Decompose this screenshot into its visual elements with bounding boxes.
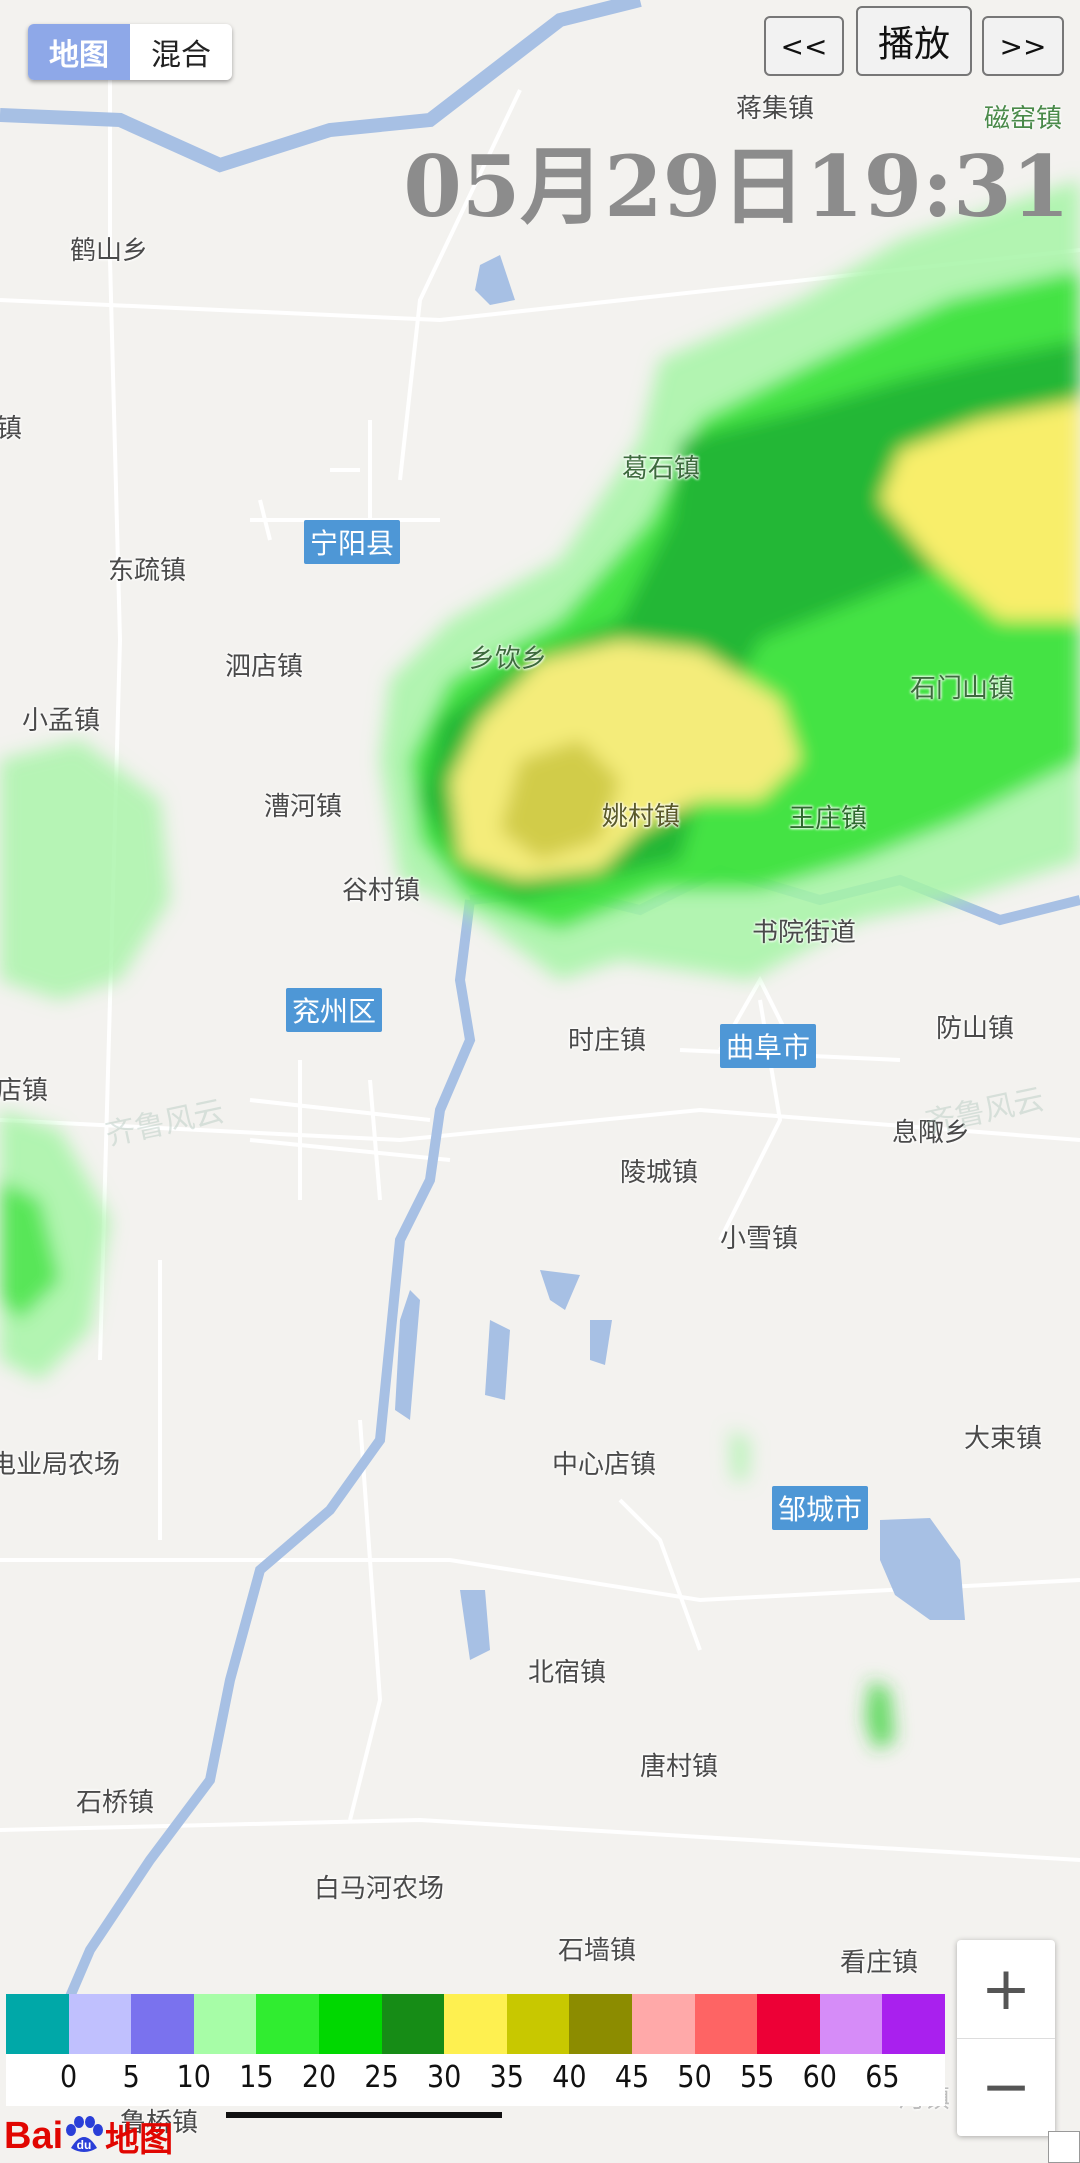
legend-label: 35 (489, 2060, 524, 2095)
map-type-option[interactable]: 地图 (28, 24, 130, 80)
svg-text:du: du (77, 2138, 92, 2152)
legend-swatch (506, 1994, 570, 2054)
place-label: 北宿镇 (528, 1658, 607, 1688)
place-label: 乡饮乡 (469, 644, 548, 674)
legend-swatch (882, 1994, 946, 2054)
legend-swatch (694, 1994, 758, 2054)
legend-swatch (68, 1994, 132, 2054)
logo-text: Bai (4, 2114, 64, 2157)
legend-label: 10 (176, 2060, 211, 2095)
hybrid-type-option[interactable]: 混合 (130, 24, 232, 80)
legend-label: 60 (802, 2060, 837, 2095)
baidu-logo[interactable]: Bai du 地图 (4, 2112, 173, 2160)
place-label: 泗店镇 (225, 652, 304, 682)
legend-swatch (193, 1994, 257, 2054)
radar-timestamp: 05月29日19:31 (403, 137, 1070, 236)
resize-corner[interactable] (1048, 2131, 1080, 2163)
legend-swatch (319, 1994, 383, 2054)
legend-swatch (6, 1994, 70, 2054)
legend-swatch (819, 1994, 883, 2054)
logo-suffix: 地图 (105, 2119, 174, 2160)
play-button[interactable]: 播放 (856, 6, 972, 76)
paw-icon: du (66, 2116, 104, 2152)
place-label: 镇 (0, 414, 23, 444)
zoom-out-button[interactable]: − (957, 2038, 1055, 2136)
place-label: 石墙镇 (558, 1936, 637, 1966)
place-label: 陵城镇 (620, 1158, 699, 1188)
place-label: 姚村镇 (602, 802, 681, 832)
place-label: 谷村镇 (342, 876, 421, 906)
place-label: 防山镇 (936, 1014, 1015, 1044)
place-label: 时庄镇 (568, 1026, 647, 1056)
place-label: 唐村镇 (640, 1752, 719, 1782)
place-label: 书院街道 (752, 918, 857, 948)
legend-label: 5 (122, 2060, 140, 2095)
zoom-control: + − (957, 1940, 1055, 2136)
scale-bar (226, 2104, 502, 2118)
county-label: 兖州区 (286, 988, 383, 1032)
legend-label: 30 (427, 2060, 462, 2095)
legend-swatch (632, 1994, 696, 2054)
legend-label: 50 (677, 2060, 712, 2095)
place-label: 漕河镇 (264, 792, 343, 822)
place-label: 白马河农场 (314, 1874, 445, 1904)
legend-swatch (757, 1994, 821, 2054)
place-label: 石桥镇 (76, 1788, 155, 1818)
radar-legend: 0 5 10 15 20 25 30 35 40 45 50 55 60 65 (6, 1994, 950, 2106)
place-label: 中心店镇 (552, 1450, 657, 1480)
place-label: 鹤山乡 (70, 236, 149, 266)
legend-swatch (131, 1994, 195, 2054)
county-label: 邹城市 (772, 1486, 869, 1530)
base-map[interactable] (0, 0, 1080, 2163)
place-label: 小雪镇 (720, 1224, 799, 1254)
place-label: 王庄镇 (789, 804, 868, 834)
county-label: 曲阜市 (720, 1024, 817, 1068)
place-label: 东疏镇 (108, 556, 187, 586)
legend-label: 15 (239, 2060, 274, 2095)
legend-label: 65 (865, 2060, 900, 2095)
legend-label: 55 (740, 2060, 775, 2095)
place-label: 葛石镇 (622, 454, 701, 484)
legend-swatch (569, 1994, 633, 2054)
place-label: 店镇 (0, 1076, 49, 1106)
county-label: 宁阳县 (304, 520, 401, 564)
prev-frame-button[interactable]: << (764, 16, 844, 76)
place-label: 石门山镇 (910, 674, 1015, 704)
zoom-in-button[interactable]: + (957, 1940, 1055, 2039)
next-frame-button[interactable]: >> (982, 16, 1064, 76)
map-type-switch: 地图 混合 (28, 24, 232, 80)
legend-label: 0 (60, 2060, 78, 2095)
legend-label: 40 (552, 2060, 587, 2095)
legend-label: 45 (614, 2060, 650, 2095)
legend-swatch (444, 1994, 508, 2054)
legend-swatch (256, 1994, 320, 2054)
place-label: 小孟镇 (22, 706, 101, 736)
legend-label: 25 (364, 2060, 399, 2095)
legend-label: 20 (301, 2060, 337, 2095)
place-label: 电业局农场 (0, 1450, 121, 1480)
place-label: 看庄镇 (840, 1948, 919, 1978)
legend-swatch (381, 1994, 445, 2054)
place-label: 大束镇 (964, 1424, 1043, 1454)
